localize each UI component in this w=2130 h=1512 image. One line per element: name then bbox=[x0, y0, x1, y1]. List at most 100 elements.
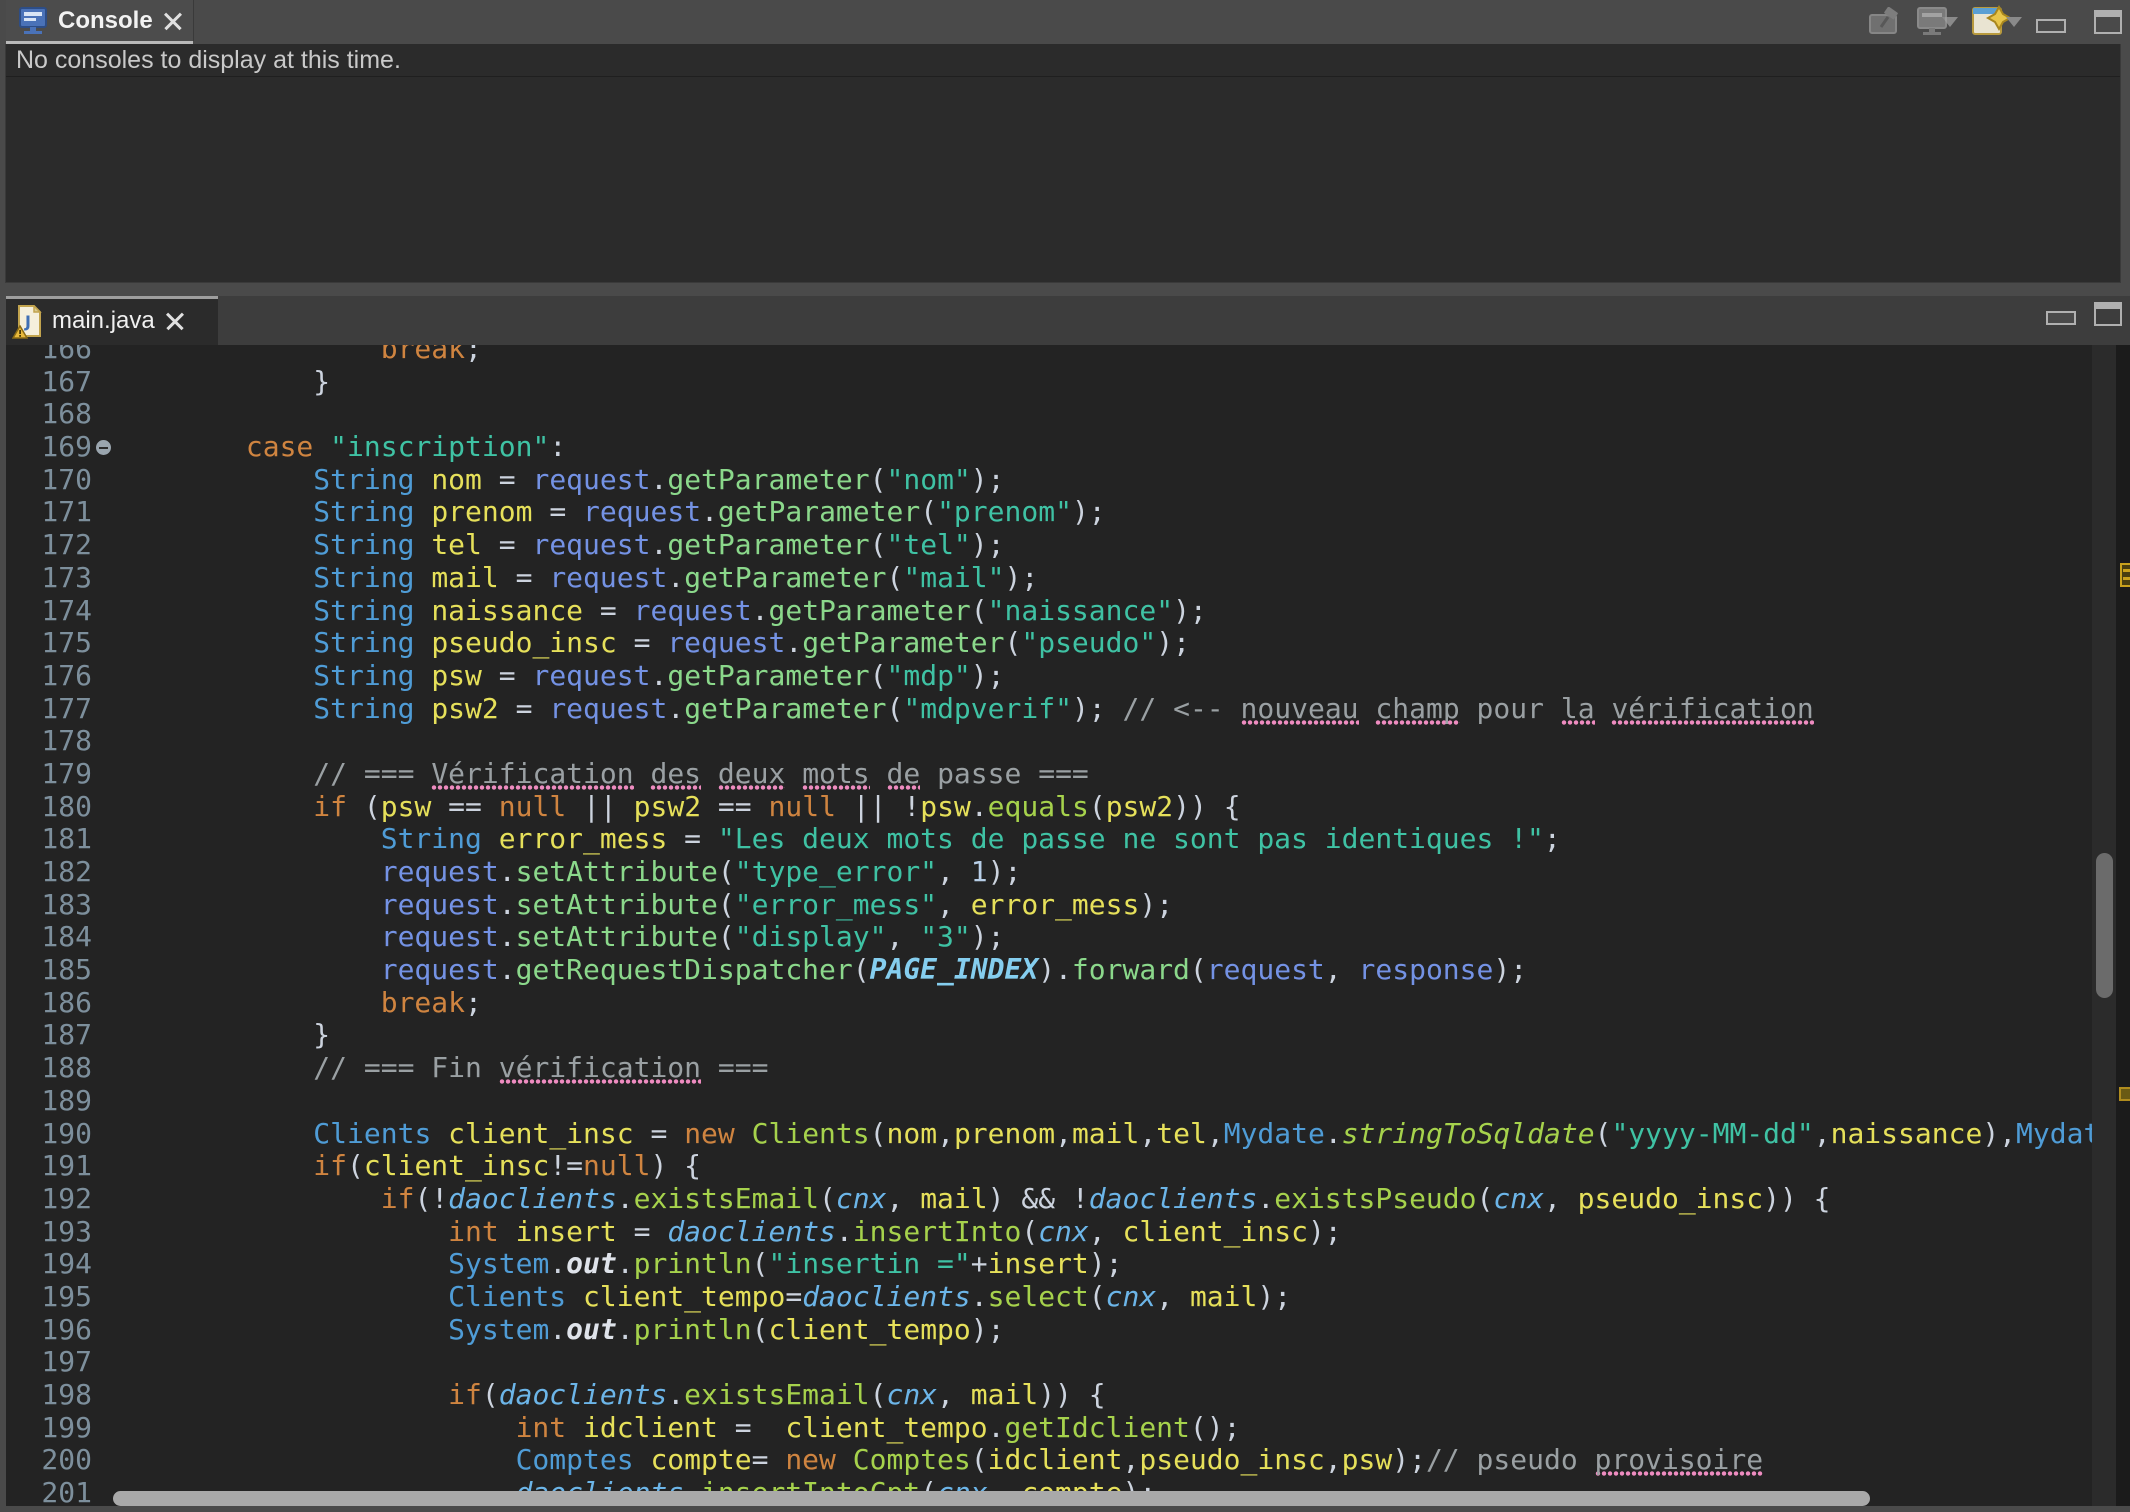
console-view-area: No consoles to display at this time. bbox=[5, 44, 2121, 283]
line-number: 190 bbox=[6, 1118, 92, 1151]
line-number: 174 bbox=[6, 595, 92, 628]
code-line: 191 if(client_insc!=null) { bbox=[6, 1150, 2092, 1183]
code-line: 184 request.setAttribute("display", "3")… bbox=[6, 921, 2092, 954]
line-number: 189 bbox=[6, 1085, 92, 1118]
code-line: 200 Comptes compte= new Comptes(idclient… bbox=[6, 1444, 2092, 1477]
code-line: 198 if(daoclients.existsEmail(cnx, mail)… bbox=[6, 1379, 2092, 1412]
code-line: 178 bbox=[6, 725, 2092, 758]
occurrence-marker-icon[interactable] bbox=[2120, 563, 2130, 587]
console-tabbar: Console bbox=[0, 0, 2130, 44]
line-number: 181 bbox=[6, 823, 92, 856]
line-number: 177 bbox=[6, 693, 92, 726]
line-number: 173 bbox=[6, 562, 92, 595]
code-line: 185 request.getRequestDispatcher(PAGE_IN… bbox=[6, 954, 2092, 987]
editor-window-buttons bbox=[2046, 302, 2122, 326]
code-line: 194 System.out.println("insertin ="+inse… bbox=[6, 1248, 2092, 1281]
console-toolbar bbox=[1868, 6, 2122, 38]
line-number: 187 bbox=[6, 1019, 92, 1052]
occurrence-marker-icon[interactable] bbox=[2119, 1087, 2130, 1101]
warning-badge-icon bbox=[12, 325, 28, 339]
console-panel: Console bbox=[0, 0, 2130, 287]
editor-panel: J main.java 166 break;167 bbox=[0, 296, 2130, 1512]
fold-collapse-icon[interactable] bbox=[96, 440, 111, 455]
line-number: 191 bbox=[6, 1150, 92, 1183]
line-number: 166 bbox=[6, 345, 92, 366]
open-console-dropdown-icon[interactable] bbox=[2006, 17, 2022, 27]
code-line: 197 bbox=[6, 1346, 2092, 1379]
code-line: 187 } bbox=[6, 1019, 2092, 1052]
code-line: 189 bbox=[6, 1085, 2092, 1118]
editor-body: 166 break;167 }168169 case "inscription"… bbox=[6, 345, 2130, 1506]
code-line: 196 System.out.println(client_tempo); bbox=[6, 1314, 2092, 1347]
line-number: 196 bbox=[6, 1314, 92, 1347]
line-number: 200 bbox=[6, 1444, 92, 1477]
line-number: 183 bbox=[6, 889, 92, 922]
code-line: 180 if (psw == null || psw2 == null || !… bbox=[6, 791, 2092, 824]
line-number: 198 bbox=[6, 1379, 92, 1412]
code-line: 176 String psw = request.getParameter("m… bbox=[6, 660, 2092, 693]
code-line: 177 String psw2 = request.getParameter("… bbox=[6, 693, 2092, 726]
line-number: 184 bbox=[6, 921, 92, 954]
line-number: 170 bbox=[6, 464, 92, 497]
line-number: 188 bbox=[6, 1052, 92, 1085]
line-number: 178 bbox=[6, 725, 92, 758]
code-line: 167 } bbox=[6, 366, 2092, 399]
line-number: 167 bbox=[6, 366, 92, 399]
line-number: 195 bbox=[6, 1281, 92, 1314]
code-line: 193 int insert = daoclients.insertInto(c… bbox=[6, 1216, 2092, 1249]
code-line: 199 int idclient = client_tempo.getIdcli… bbox=[6, 1412, 2092, 1445]
maximize-console-icon[interactable] bbox=[2094, 10, 2122, 34]
horizontal-scrollbar-thumb[interactable] bbox=[113, 1491, 1870, 1506]
java-file-icon: J bbox=[16, 305, 42, 337]
code-line: 179 // === Vérification des deux mots de… bbox=[6, 758, 2092, 791]
code-line: 182 request.setAttribute("type_error", 1… bbox=[6, 856, 2092, 889]
close-console-tab-icon[interactable] bbox=[163, 11, 183, 31]
code-line: 170 String nom = request.getParameter("n… bbox=[6, 464, 2092, 497]
code-line: 173 String mail = request.getParameter("… bbox=[6, 562, 2092, 595]
maximize-editor-icon[interactable] bbox=[2094, 302, 2122, 326]
line-number: 172 bbox=[6, 529, 92, 562]
editor-tabbar: J main.java bbox=[6, 296, 2130, 345]
line-number: 201 bbox=[6, 1477, 92, 1506]
code-area: 166 break;167 }168169 case "inscription"… bbox=[6, 345, 2092, 1506]
code-line: 190 Clients client_insc = new Clients(no… bbox=[6, 1118, 2092, 1151]
code-line: 192 if(!daoclients.existsEmail(cnx, mail… bbox=[6, 1183, 2092, 1216]
close-editor-tab-icon[interactable] bbox=[165, 311, 185, 331]
code-line: 183 request.setAttribute("error_mess", e… bbox=[6, 889, 2092, 922]
code-line: 175 String pseudo_insc = request.getPara… bbox=[6, 627, 2092, 660]
tab-main-java[interactable]: J main.java bbox=[6, 296, 218, 345]
code-line: 171 String prenom = request.getParameter… bbox=[6, 496, 2092, 529]
line-number: 192 bbox=[6, 1183, 92, 1216]
editor-tab-label: main.java bbox=[52, 307, 155, 335]
line-number: 182 bbox=[6, 856, 92, 889]
line-number: 176 bbox=[6, 660, 92, 693]
line-number: 185 bbox=[6, 954, 92, 987]
display-selected-console-icon[interactable] bbox=[1916, 7, 1948, 37]
pin-console-icon[interactable] bbox=[1868, 7, 1902, 37]
line-number: 180 bbox=[6, 791, 92, 824]
line-number: 175 bbox=[6, 627, 92, 660]
active-tab-topline bbox=[6, 296, 218, 299]
line-number: 186 bbox=[6, 987, 92, 1020]
minimize-console-icon[interactable] bbox=[2036, 19, 2066, 33]
minimize-editor-icon[interactable] bbox=[2046, 311, 2076, 325]
ide-window: Console bbox=[0, 0, 2130, 1512]
console-monitor-icon bbox=[18, 7, 48, 35]
line-number: 171 bbox=[6, 496, 92, 529]
code-line: 195 Clients client_tempo=daoclients.sele… bbox=[6, 1281, 2092, 1314]
code-line: 188 // === Fin vérification === bbox=[6, 1052, 2092, 1085]
tab-console[interactable]: Console bbox=[6, 0, 194, 41]
line-number: 197 bbox=[6, 1346, 92, 1379]
vertical-scrollbar-thumb[interactable] bbox=[2096, 853, 2113, 998]
code-line: 174 String naissance = request.getParame… bbox=[6, 595, 2092, 628]
overview-ruler bbox=[2116, 345, 2130, 1506]
code-line: 181 String error_mess = "Les deux mots d… bbox=[6, 823, 2092, 856]
code-line: 168 bbox=[6, 398, 2092, 431]
line-number: 199 bbox=[6, 1412, 92, 1445]
code-line: 166 break; bbox=[6, 345, 2092, 366]
code-line: 186 break; bbox=[6, 987, 2092, 1020]
code-line: 172 String tel = request.getParameter("t… bbox=[6, 529, 2092, 562]
line-number: 179 bbox=[6, 758, 92, 791]
line-number: 168 bbox=[6, 398, 92, 431]
code-line: 169 case "inscription": bbox=[6, 431, 2092, 464]
